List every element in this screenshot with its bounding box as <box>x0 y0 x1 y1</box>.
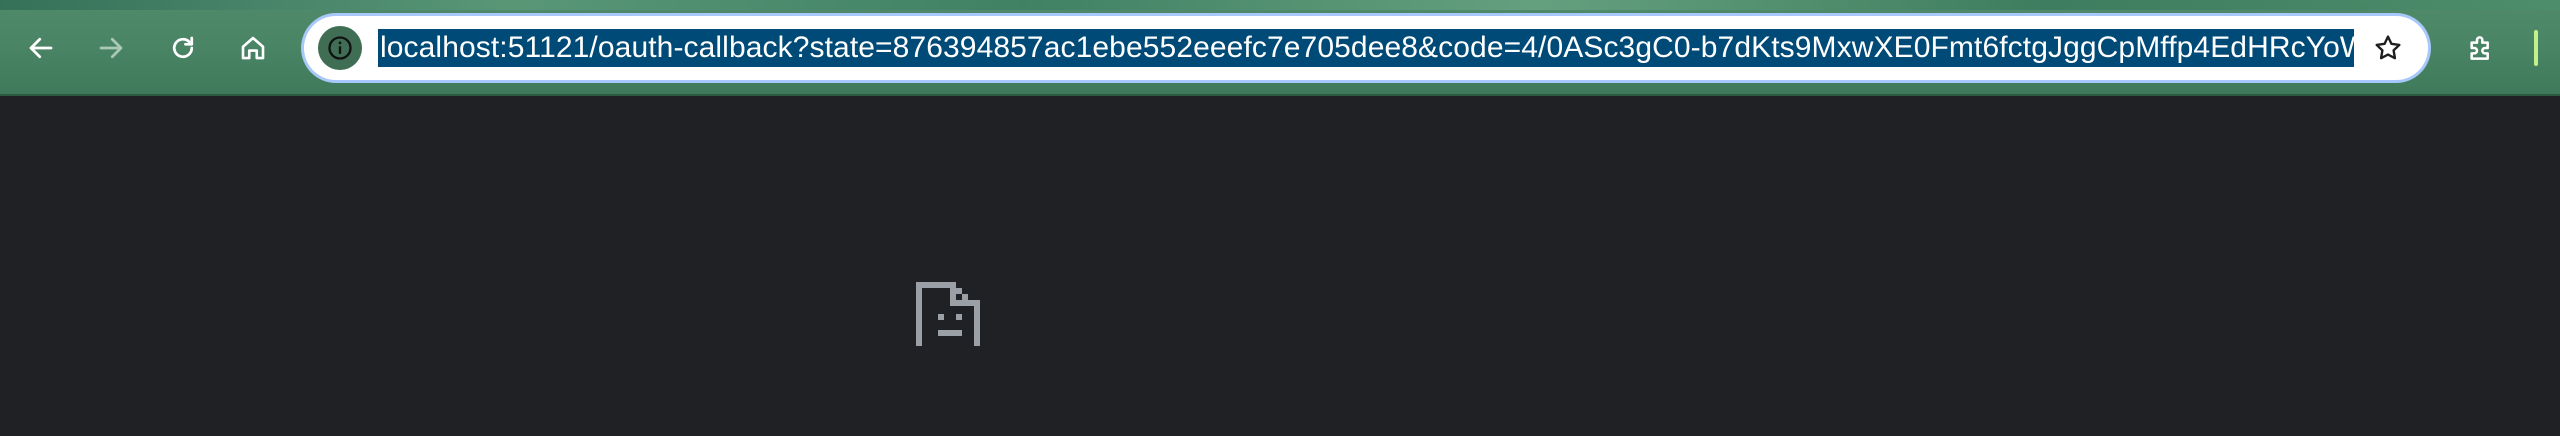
back-button[interactable] <box>18 25 64 71</box>
reload-icon <box>172 36 194 59</box>
site-info-button[interactable] <box>318 26 362 70</box>
home-button[interactable] <box>230 25 276 71</box>
browser-toolbar: localhost:51121/oauth-callback?state=876… <box>0 0 2560 96</box>
home-icon <box>241 36 265 60</box>
star-icon <box>2375 35 2401 60</box>
info-icon <box>328 36 352 60</box>
url-text[interactable]: localhost:51121/oauth-callback?state=876… <box>378 29 2354 67</box>
error-page-icon <box>916 282 992 351</box>
arrow-left-icon <box>29 37 53 59</box>
broken-document-icon <box>916 282 980 346</box>
page-content <box>0 96 2560 436</box>
reload-button[interactable] <box>160 25 206 71</box>
address-bar[interactable]: localhost:51121/oauth-callback?state=876… <box>304 16 2428 80</box>
profile-button[interactable] <box>2534 30 2538 66</box>
bookmark-button[interactable] <box>2366 26 2410 70</box>
extensions-button[interactable] <box>2458 25 2504 71</box>
puzzle-icon <box>2470 36 2489 60</box>
forward-button[interactable] <box>88 25 134 71</box>
arrow-right-icon <box>99 37 123 59</box>
